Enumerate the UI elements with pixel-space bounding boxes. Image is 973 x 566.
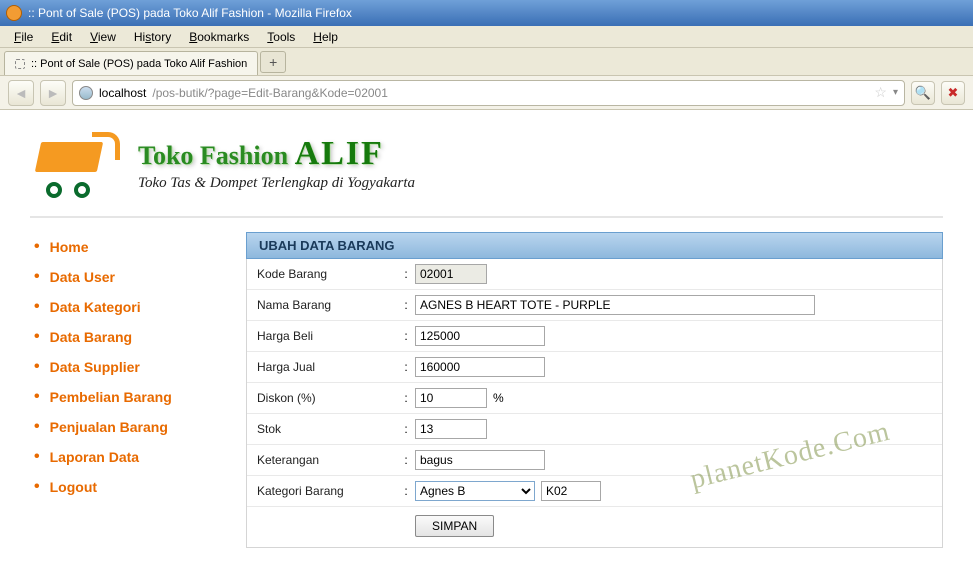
label-kategori-barang: Kategori Barang	[257, 484, 397, 498]
input-kode-barang	[415, 264, 487, 284]
input-harga-beli[interactable]	[415, 326, 545, 346]
forward-button[interactable]: ►	[40, 80, 66, 106]
navigation-toolbar: ◄ ► localhost/pos-butik/?page=Edit-Baran…	[0, 76, 973, 110]
input-stok[interactable]	[415, 419, 487, 439]
label-keterangan: Keterangan	[257, 453, 397, 467]
bookmark-star-icon[interactable]: ☆	[874, 84, 887, 101]
main-panel: UBAH DATA BARANG Kode Barang : Nama Bara…	[246, 232, 943, 548]
new-tab-button[interactable]: +	[260, 51, 286, 73]
sidebar-item-logout[interactable]: Logout	[30, 472, 220, 502]
sidebar-item-home[interactable]: Home	[30, 232, 220, 262]
cart-logo-icon	[30, 128, 120, 198]
back-button[interactable]: ◄	[8, 80, 34, 106]
panel-title: UBAH DATA BARANG	[246, 232, 943, 259]
brand-title: Toko Fashion ALIF	[138, 135, 415, 173]
window-titlebar: :: Pont of Sale (POS) pada Toko Alif Fas…	[0, 0, 973, 26]
diskon-suffix: %	[493, 391, 504, 405]
firefox-icon	[6, 5, 22, 21]
form-body: Kode Barang : Nama Barang : Harga Beli :…	[246, 259, 943, 548]
label-stok: Stok	[257, 422, 397, 436]
browser-tab[interactable]: :: Pont of Sale (POS) pada Toko Alif Fas…	[4, 51, 258, 75]
url-host: localhost	[99, 86, 146, 100]
label-harga-jual: Harga Jual	[257, 360, 397, 374]
menu-file[interactable]: File	[6, 28, 41, 46]
address-bar[interactable]: localhost/pos-butik/?page=Edit-Barang&Ko…	[72, 80, 905, 106]
input-diskon[interactable]	[415, 388, 487, 408]
brand-tagline: Toko Tas & Dompet Terlengkap di Yogyakar…	[138, 175, 415, 192]
favicon-placeholder-icon	[15, 59, 25, 69]
menubar: File Edit View History Bookmarks Tools H…	[0, 26, 973, 48]
tab-title: :: Pont of Sale (POS) pada Toko Alif Fas…	[31, 58, 247, 70]
label-harga-beli: Harga Beli	[257, 329, 397, 343]
page-content: Toko Fashion ALIF Toko Tas & Dompet Terl…	[0, 110, 973, 566]
tabbar: :: Pont of Sale (POS) pada Toko Alif Fas…	[0, 48, 973, 76]
sidebar-item-pembelian-barang[interactable]: Pembelian Barang	[30, 382, 220, 412]
menu-view[interactable]: View	[82, 28, 124, 46]
sidebar-item-data-kategori[interactable]: Data Kategori	[30, 292, 220, 322]
label-kode-barang: Kode Barang	[257, 267, 397, 281]
sidebar-item-data-supplier[interactable]: Data Supplier	[30, 352, 220, 382]
sidebar-item-data-barang[interactable]: Data Barang	[30, 322, 220, 352]
input-harga-jual[interactable]	[415, 357, 545, 377]
menu-edit[interactable]: Edit	[43, 28, 80, 46]
label-nama-barang: Nama Barang	[257, 298, 397, 312]
site-identity-icon	[79, 86, 93, 100]
sidebar-nav: Home Data User Data Kategori Data Barang…	[30, 232, 220, 548]
input-nama-barang[interactable]	[415, 295, 815, 315]
url-dropdown-icon[interactable]: ▾	[893, 87, 898, 98]
url-path: /pos-butik/?page=Edit-Barang&Kode=02001	[152, 86, 388, 100]
stop-button[interactable]: ✖	[941, 81, 965, 105]
menu-history[interactable]: History	[126, 28, 179, 46]
input-keterangan[interactable]	[415, 450, 545, 470]
simpan-button[interactable]: SIMPAN	[415, 515, 494, 537]
menu-tools[interactable]: Tools	[259, 28, 303, 46]
brand-header: Toko Fashion ALIF Toko Tas & Dompet Terl…	[30, 128, 943, 198]
select-kategori-barang[interactable]: Agnes B	[415, 481, 535, 501]
label-diskon: Diskon (%)	[257, 391, 397, 405]
menu-help[interactable]: Help	[305, 28, 346, 46]
search-engine-button[interactable]: 🔍	[911, 81, 935, 105]
input-kategori-code[interactable]	[541, 481, 601, 501]
sidebar-item-data-user[interactable]: Data User	[30, 262, 220, 292]
menu-bookmarks[interactable]: Bookmarks	[181, 28, 257, 46]
window-title: :: Pont of Sale (POS) pada Toko Alif Fas…	[28, 6, 352, 20]
sidebar-item-laporan-data[interactable]: Laporan Data	[30, 442, 220, 472]
sidebar-item-penjualan-barang[interactable]: Penjualan Barang	[30, 412, 220, 442]
